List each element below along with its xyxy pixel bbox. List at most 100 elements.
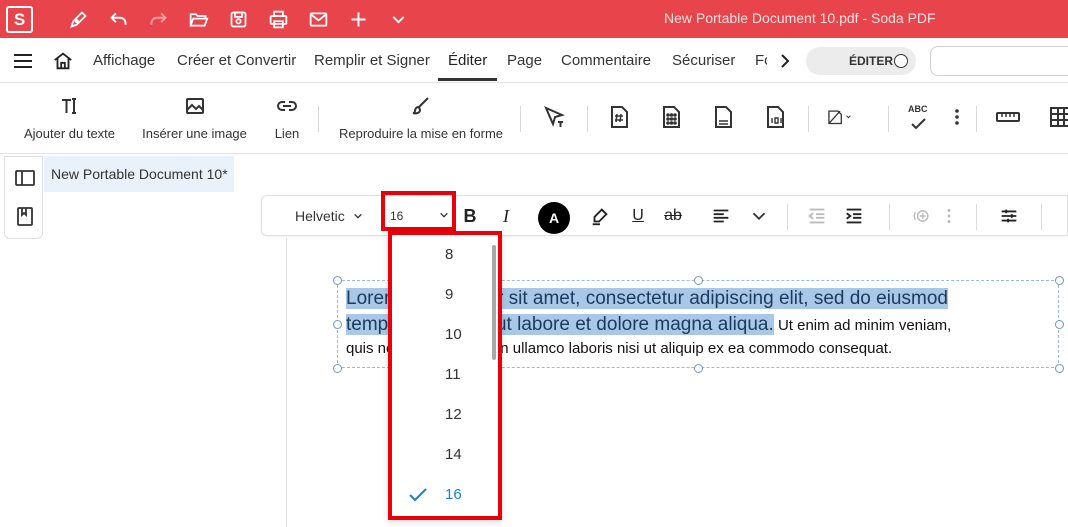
sign-pen-icon[interactable] — [66, 7, 90, 31]
toolbar-separator — [889, 204, 890, 230]
menu-affichage[interactable]: Affichage — [93, 38, 155, 83]
window-title: New Portable Document 10.pdf - Soda PDF — [664, 10, 936, 26]
add-text-button[interactable]: Ajouter du texte — [22, 90, 117, 141]
menu-formulaires-truncated[interactable]: Fo — [755, 38, 767, 83]
format-painter-button[interactable]: Reproduire la mise en forme — [338, 90, 504, 141]
save-icon[interactable] — [226, 7, 250, 31]
add-list-icon[interactable] — [907, 204, 937, 228]
resize-handle[interactable] — [333, 364, 342, 373]
font-family-select[interactable]: Helvetic — [295, 208, 363, 224]
font-size-highlight-box — [381, 191, 456, 231]
font-size-dropdown: 8 9 10 11 12 14 16 — [388, 231, 502, 520]
checkmark-icon — [409, 488, 427, 502]
hamburger-menu-icon[interactable] — [12, 51, 34, 71]
font-size-option-11[interactable]: 11 — [392, 355, 498, 395]
more-vertical-icon[interactable] — [944, 104, 964, 130]
panel-toggle-icon[interactable] — [14, 167, 36, 189]
mail-icon[interactable] — [306, 7, 330, 31]
header-footer-icon[interactable] — [710, 104, 736, 130]
resize-handle[interactable] — [333, 276, 342, 285]
title-bar: S New Portable Document 10.pdf - Soda PD… — [0, 0, 1068, 38]
insert-image-label: Insérer une image — [142, 126, 247, 141]
settings-sliders-icon[interactable] — [997, 204, 1021, 228]
resize-handle[interactable] — [694, 364, 703, 373]
home-icon[interactable] — [52, 50, 74, 72]
grid-icon[interactable] — [1048, 104, 1068, 130]
resize-handle[interactable] — [1055, 364, 1064, 373]
new-plus-icon[interactable] — [346, 7, 370, 31]
chevron-down-icon[interactable] — [747, 204, 771, 228]
document-tab[interactable]: New Portable Document 10* — [44, 156, 234, 192]
menu-page[interactable]: Page — [507, 38, 542, 83]
font-family-value: Helvetic — [295, 208, 345, 224]
resize-handle[interactable] — [694, 276, 703, 285]
toggle-knob — [894, 54, 908, 68]
underline-button[interactable]: U — [626, 204, 650, 228]
undo-icon[interactable] — [106, 7, 130, 31]
toolbar-separator — [976, 204, 977, 230]
chevron-down-icon[interactable] — [386, 7, 410, 31]
bold-button[interactable]: B — [458, 204, 482, 228]
format-painter-label: Reproduire la mise en forme — [338, 126, 504, 141]
strikethrough-button[interactable]: ab — [661, 204, 685, 228]
ribbon-separator — [318, 106, 319, 132]
more-vertical-icon[interactable] — [942, 204, 956, 228]
insert-image-button[interactable]: Insérer une image — [142, 90, 247, 141]
toolbar-separator — [1041, 204, 1042, 230]
font-size-option-9[interactable]: 9 — [392, 275, 498, 315]
page-bates-icon[interactable] — [658, 104, 684, 130]
search-input[interactable] — [930, 46, 1068, 76]
ribbon-separator — [520, 106, 521, 132]
resize-handle[interactable] — [1055, 276, 1064, 285]
toolbar-separator — [787, 204, 788, 230]
link-button[interactable]: Lien — [268, 90, 306, 141]
select-text-cursor-icon[interactable] — [541, 104, 567, 130]
font-size-option-16[interactable]: 16 — [392, 475, 498, 515]
bookmark-icon[interactable] — [14, 205, 36, 227]
open-folder-icon[interactable] — [186, 7, 210, 31]
edit-ribbon: Ajouter du texte Insérer une image Lien … — [0, 84, 1068, 154]
chevron-down-icon — [353, 213, 362, 219]
ribbon-separator — [976, 106, 977, 132]
ruler-icon[interactable] — [995, 104, 1021, 130]
font-size-option-12[interactable]: 12 — [392, 395, 498, 435]
unselected-text: Ut enim ad minim veniam, — [773, 317, 952, 334]
resize-handle[interactable] — [333, 320, 342, 329]
link-label: Lien — [274, 126, 300, 141]
italic-button[interactable]: I — [494, 204, 518, 228]
spell-check-icon[interactable]: ABC — [906, 104, 936, 130]
brush-icon — [412, 97, 429, 115]
menu-bar: Affichage Créer et Convertir Remplir et … — [0, 38, 1068, 83]
text-color-button[interactable]: A — [538, 202, 570, 234]
ribbon-separator — [888, 106, 889, 132]
edit-mode-toggle[interactable]: ÉDITER — [806, 47, 916, 75]
text-cursor-icon — [61, 98, 76, 114]
dropdown-scrollbar[interactable] — [492, 245, 496, 360]
edit-toggle-label: ÉDITER — [849, 54, 894, 68]
add-text-label: Ajouter du texte — [23, 126, 116, 141]
resize-handle[interactable] — [1055, 320, 1064, 329]
menu-editer[interactable]: Éditer — [438, 38, 498, 83]
menu-creer-convertir[interactable]: Créer et Convertir — [177, 38, 296, 83]
font-size-option-8[interactable]: 8 — [392, 235, 498, 275]
chevron-right-icon[interactable] — [776, 51, 794, 71]
watermark-dropdown-icon[interactable] — [827, 104, 867, 130]
font-size-option-10[interactable]: 10 — [392, 315, 498, 355]
align-left-icon[interactable] — [709, 204, 733, 228]
print-icon[interactable] — [266, 7, 290, 31]
menu-securiser[interactable]: Sécuriser — [672, 38, 735, 83]
font-size-option-14[interactable]: 14 — [392, 435, 498, 475]
page-number-icon[interactable] — [606, 104, 632, 130]
menu-remplir-signer[interactable]: Remplir et Signer — [314, 38, 430, 83]
redo-icon[interactable] — [146, 7, 170, 31]
menu-commentaire[interactable]: Commentaire — [561, 38, 651, 83]
document-tab-title: New Portable Document 10* — [51, 166, 228, 182]
highlighter-icon[interactable] — [588, 204, 612, 228]
soda-logo[interactable]: S — [6, 6, 33, 33]
link-icon — [277, 101, 297, 111]
side-panel — [4, 156, 43, 239]
increase-indent-icon[interactable] — [842, 204, 866, 228]
decrease-indent-icon[interactable] — [805, 204, 829, 228]
ribbon-separator — [808, 106, 809, 132]
binary-page-icon[interactable] — [762, 104, 788, 130]
